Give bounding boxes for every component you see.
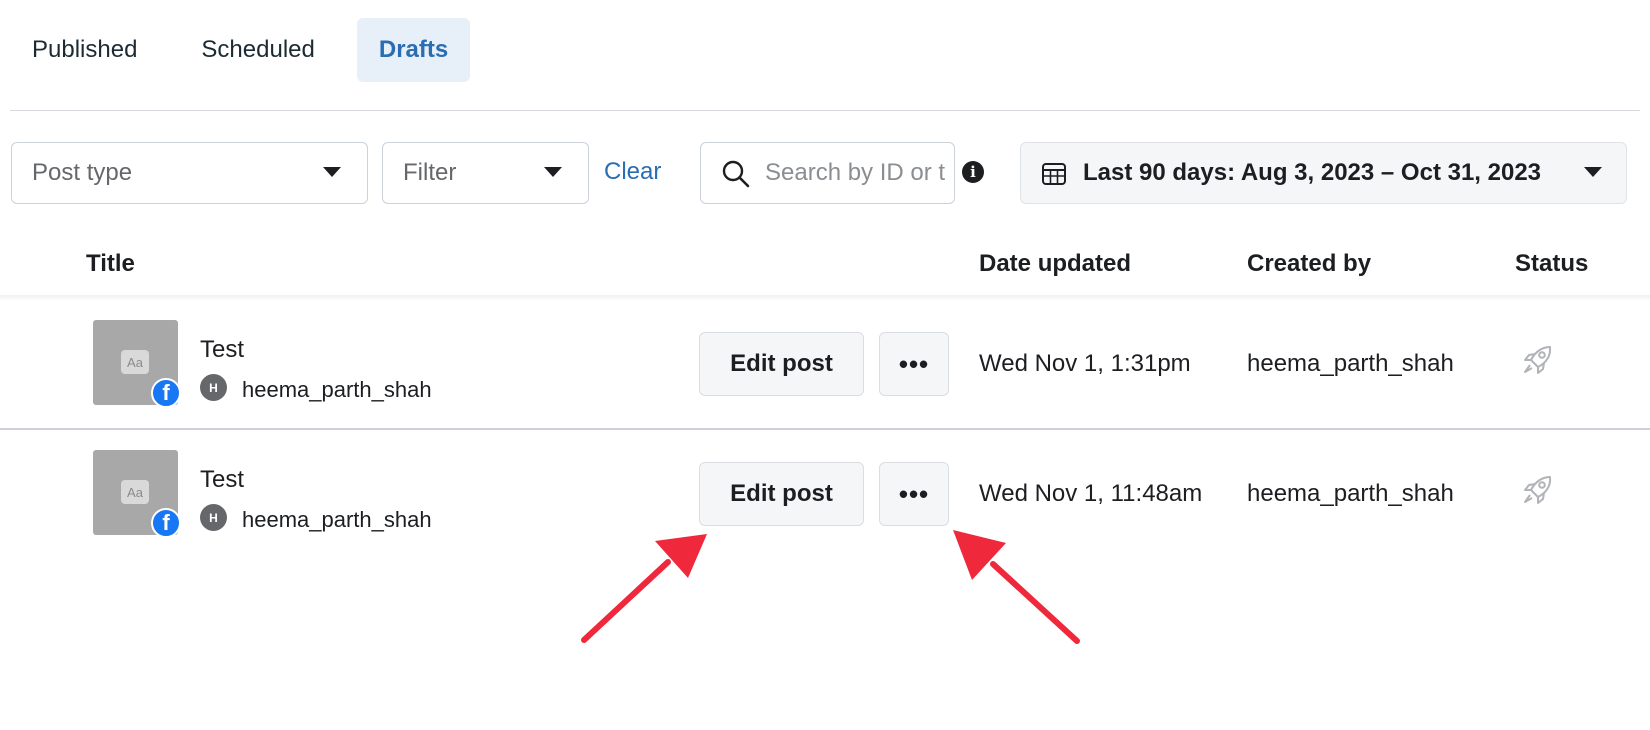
table-row[interactable]: Aa f Test H heema_parth_shah Edit post •… [0,300,1650,430]
search-input[interactable] [765,159,945,187]
info-icon[interactable]: i [962,161,984,183]
date-range-label: Last 90 days: Aug 3, 2023 – Oct 31, 2023 [1083,159,1542,186]
post-author: heema_parth_shah [242,377,432,402]
tab-published[interactable]: Published [10,18,159,82]
filter-dropdown[interactable]: Filter [382,142,589,204]
caret-down-icon [1584,167,1602,177]
rocket-icon [1520,472,1556,513]
calendar-icon [1041,161,1067,194]
post-title[interactable]: Test [200,336,244,364]
column-header-status[interactable]: Status [1515,250,1588,278]
post-type-dropdown[interactable]: Post type [11,142,368,204]
date-range-picker[interactable]: Last 90 days: Aug 3, 2023 – Oct 31, 2023 [1020,142,1627,204]
facebook-icon: f [151,378,181,408]
tabs-divider [10,110,1640,111]
post-type-label: Post type [32,159,133,186]
post-title[interactable]: Test [200,466,244,494]
table-row[interactable]: Aa f Test H heema_parth_shah Edit post •… [0,430,1650,560]
column-header-date-updated[interactable]: Date updated [979,250,1131,278]
text-post-icon: Aa [121,480,149,504]
text-post-icon: Aa [121,350,149,374]
column-header-title[interactable]: Title [86,250,135,278]
clear-filters-link[interactable]: Clear [604,158,661,186]
avatar: H [200,504,227,531]
post-thumbnail[interactable]: Aa f [93,450,181,538]
tab-bar: Published Scheduled Drafts [10,18,490,82]
date-updated-cell: Wed Nov 1, 11:48am [979,480,1203,507]
created-by-cell: heema_parth_shah [1247,480,1454,507]
more-options-button[interactable]: ••• [879,332,949,396]
column-header-created-by[interactable]: Created by [1247,250,1371,278]
tab-scheduled[interactable]: Scheduled [179,18,336,82]
rocket-icon [1520,342,1556,383]
search-icon [721,159,751,196]
facebook-icon: f [151,508,181,538]
post-author: heema_parth_shah [242,507,432,532]
tab-drafts[interactable]: Drafts [356,18,471,82]
edit-post-button[interactable]: Edit post [699,462,864,526]
edit-post-button[interactable]: Edit post [699,332,864,396]
search-box[interactable] [700,142,955,204]
more-options-button[interactable]: ••• [879,462,949,526]
date-updated-cell: Wed Nov 1, 1:31pm [979,350,1191,377]
avatar: H [200,374,227,401]
filter-label: Filter [403,159,457,186]
post-thumbnail[interactable]: Aa f [93,320,181,408]
caret-down-icon [544,167,562,177]
caret-down-icon [323,167,341,177]
created-by-cell: heema_parth_shah [1247,350,1454,377]
